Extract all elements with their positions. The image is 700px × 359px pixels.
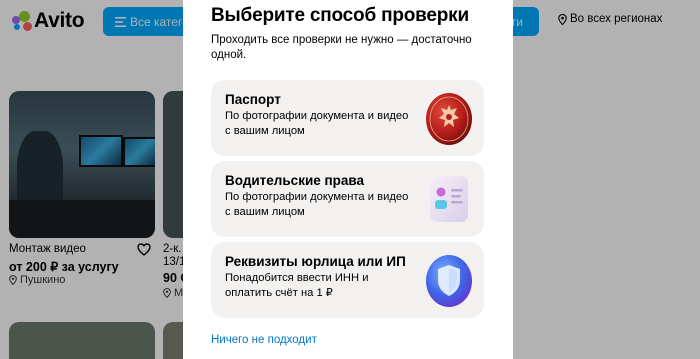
option-title: Паспорт: [225, 92, 281, 107]
option-title: Реквизиты юрлица или ИП: [225, 254, 406, 269]
verification-modal: Выберите способ проверки Проходить все п…: [183, 0, 513, 359]
shield-icon: [426, 255, 472, 307]
modal-title: Выберите способ проверки: [211, 5, 469, 26]
option-legal-entity[interactable]: Реквизиты юрлица или ИП Понадобится ввес…: [211, 242, 484, 318]
option-description: Понадобится ввести ИНН и оплатить счёт н…: [225, 272, 369, 299]
nothing-fits-link[interactable]: Ничего не подходит: [211, 334, 317, 346]
option-title: Водительские права: [225, 173, 365, 188]
passport-emblem-icon: [426, 93, 472, 145]
option-description: По фотографии документа и видео с вашим …: [225, 191, 409, 218]
option-driver-license[interactable]: Водительские права По фотографии докумен…: [211, 161, 484, 237]
option-passport[interactable]: Паспорт По фотографии документа и видео …: [211, 80, 484, 156]
option-description: По фотографии документа и видео с вашим …: [225, 110, 409, 137]
driver-license-icon: [430, 176, 468, 222]
modal-subtitle: Проходить все проверки не нужно — достат…: [211, 34, 472, 61]
